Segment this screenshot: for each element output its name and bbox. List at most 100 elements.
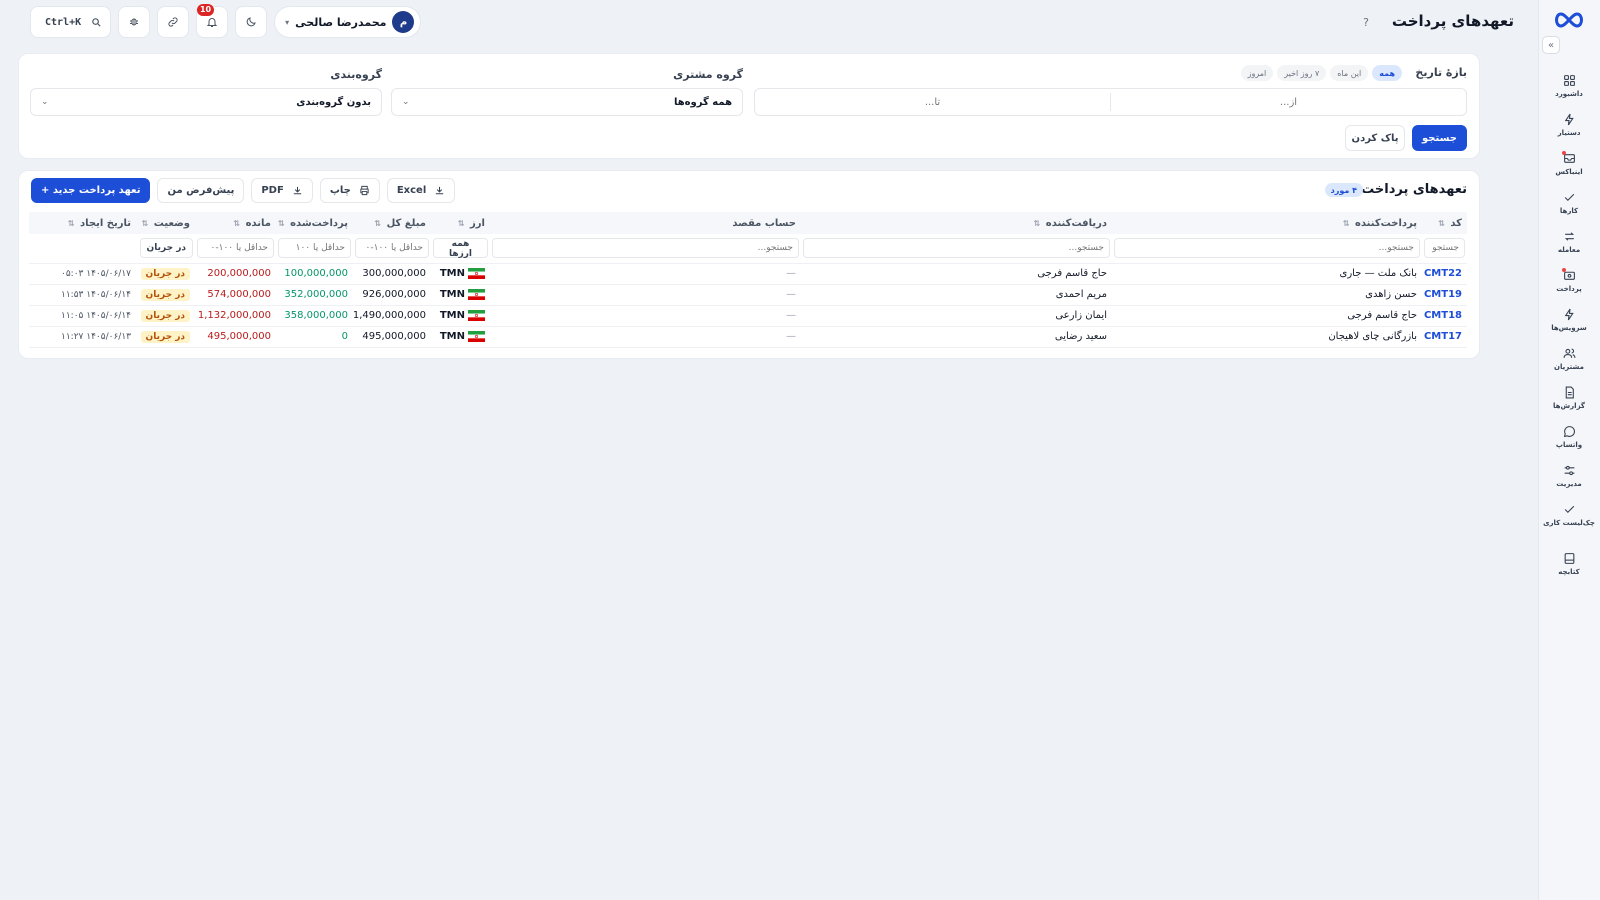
check-icon <box>1562 191 1576 205</box>
theme-toggle-button[interactable] <box>235 6 268 38</box>
commitment-code-link[interactable]: CMT18 <box>1424 310 1462 321</box>
preset-last-7-days[interactable]: ۷ روز اخیر <box>1277 65 1327 81</box>
printer-icon <box>360 185 369 196</box>
date-presets: همه این ماه ۷ روز اخیر امروز <box>1240 65 1402 81</box>
table-row[interactable]: CMT22 بانک ملت — جاری حاج قاسم فرجی — TMN 300… <box>29 263 1467 285</box>
payee-filter-input[interactable] <box>803 238 1110 259</box>
sidebar-item-label: سرویس‌ها <box>1551 323 1587 332</box>
my-default-view-button[interactable]: پیش‌فرض من <box>157 178 245 203</box>
table-row[interactable]: CMT17 بازرگانی چای لاهیجان سعید رضایی — TMN 4… <box>29 326 1467 348</box>
commitment-code-link[interactable]: CMT19 <box>1424 289 1462 300</box>
table-row[interactable]: CMT19 حسن زاهدی مریم احمدی — TMN 926,000,000 3… <box>29 284 1467 306</box>
col-remaining[interactable]: مانده ⇅ <box>195 212 276 234</box>
dest-account-cell: — <box>786 310 796 321</box>
created-at-cell: ۱۴۰۵/۰۶/۱۴ ۱۱:۵۳ <box>61 290 131 300</box>
preset-all[interactable]: همه <box>1372 65 1402 81</box>
sidebar-item-sliders[interactable]: مدیریت <box>1538 456 1600 495</box>
notifications-button[interactable]: 10 <box>196 4 229 38</box>
sidebar-item-label: کارها <box>1559 206 1579 215</box>
sidebar-item-checklist[interactable]: چک‌لیست کاری <box>1538 495 1600 534</box>
brand-logo-icon[interactable] <box>1552 8 1586 32</box>
download-icon <box>293 186 301 195</box>
sidebar-item-label: پرداخت <box>1556 284 1582 293</box>
col-created-at[interactable]: تاریخ ایجاد ⇅ <box>29 212 136 234</box>
link-button[interactable] <box>157 6 190 38</box>
user-name: محمدرضا صالحی <box>295 15 387 29</box>
export-excel-button[interactable]: Excel <box>386 178 456 203</box>
date-from-input[interactable] <box>1111 89 1466 115</box>
remaining-filter-input[interactable] <box>197 238 274 259</box>
payer-filter-input[interactable] <box>1114 238 1420 259</box>
question-icon[interactable]: ? <box>1360 16 1372 29</box>
user-menu[interactable]: ▾ محمدرضا صالحی م <box>274 6 422 38</box>
code-filter-input[interactable] <box>1424 238 1465 259</box>
sidebar-item-book[interactable]: کتابچه <box>1538 544 1600 583</box>
top-bar-actions: ▾ محمدرضا صالحی م 10 Ctrl+K <box>30 4 422 38</box>
sidebar-item-inbox[interactable]: اینباکس <box>1538 144 1600 183</box>
commitment-code-link[interactable]: CMT22 <box>1424 268 1462 279</box>
col-total[interactable]: مبلغ کل ⇅ <box>353 212 431 234</box>
commitment-code-link[interactable]: CMT17 <box>1424 331 1462 342</box>
paid-filter-input[interactable] <box>278 238 351 259</box>
date-range-label: بازهٔ تاریخ <box>1415 66 1467 79</box>
dest-account-cell: — <box>786 331 796 342</box>
sidebar-item-wallet[interactable]: پرداخت <box>1538 261 1600 300</box>
sidebar-item-report[interactable]: گزارش‌ها <box>1538 378 1600 417</box>
sort-icon: ⇅ <box>67 218 75 228</box>
preset-today[interactable]: امروز <box>1240 65 1274 81</box>
col-payer[interactable]: پرداخت‌کننده ⇅ <box>1112 212 1422 234</box>
grouping-select[interactable]: بدون گروه‌بندی ⌄ <box>30 88 382 116</box>
sidebar-collapse-button[interactable]: » <box>1542 36 1560 54</box>
total-filter-input[interactable] <box>355 238 429 259</box>
clear-filters-button[interactable]: پاک کردن <box>1345 125 1405 151</box>
total-amount-cell: 1,490,000,000 <box>352 310 426 321</box>
remaining-amount-cell: 574,000,000 <box>207 289 271 300</box>
print-button[interactable]: چاپ <box>319 178 380 203</box>
status-filter-select[interactable]: در جریان <box>139 238 193 259</box>
bug-report-button[interactable] <box>118 6 151 38</box>
customer-group-select[interactable]: همه گروه‌ها ⌄ <box>391 88 743 116</box>
dest-filter-input[interactable] <box>492 238 799 259</box>
column-filter-row: همه ارزها در جریان <box>29 234 1467 264</box>
currency-cell: TMN <box>440 331 485 342</box>
unread-dot <box>1562 268 1566 272</box>
sidebar-item-chat[interactable]: واتساپ <box>1538 417 1600 456</box>
export-pdf-button[interactable]: PDF <box>251 178 313 203</box>
unread-dot <box>1562 151 1566 155</box>
payee-cell: سعید رضایی <box>1054 331 1107 342</box>
col-paid[interactable]: پرداخت‌شده ⇅ <box>276 212 353 234</box>
payer-cell: حسن زاهدی <box>1365 289 1417 300</box>
sidebar-item-exchange[interactable]: معامله <box>1538 222 1600 261</box>
col-payee[interactable]: دریافت‌کننده ⇅ <box>801 212 1112 234</box>
print-label: چاپ <box>329 185 351 196</box>
sidebar-item-users[interactable]: مشتریان <box>1538 339 1600 378</box>
table-header-row: کد ⇅ پرداخت‌کننده ⇅ دریافت‌کننده ⇅ حساب … <box>29 212 1467 234</box>
col-status[interactable]: وضعیت ⇅ <box>136 212 195 234</box>
sidebar-item-grid[interactable]: داشبورد <box>1538 66 1600 105</box>
currency-filter-select[interactable]: همه ارزها <box>433 237 488 259</box>
commitments-list: تعهدهای پرداخت ۴ مورد + تعهد پرداخت جدید… <box>18 170 1480 359</box>
notification-count-badge: 10 <box>196 4 215 16</box>
sort-icon: ⇅ <box>1342 218 1350 228</box>
date-to-input[interactable] <box>755 89 1110 115</box>
customer-group-value: همه گروه‌ها <box>673 96 732 108</box>
sidebar-item-label: گزارش‌ها <box>1553 401 1585 410</box>
col-currency[interactable]: ارز ⇅ <box>431 212 490 234</box>
search-button[interactable]: جستجو <box>1412 125 1467 151</box>
table-row[interactable]: CMT18 حاج قاسم فرجی ایمان زارعی — TMN 1,490,0… <box>29 305 1467 327</box>
payer-cell: حاج قاسم فرجی <box>1347 310 1417 321</box>
paid-amount-cell: 352,000,000 <box>284 289 348 300</box>
search-shortcut: Ctrl+K <box>45 16 82 28</box>
status-badge: در جریان <box>140 310 190 322</box>
chevron-down-icon: ⌄ <box>41 97 49 107</box>
sidebar-item-bolt[interactable]: دستیار <box>1538 105 1600 144</box>
new-commitment-button[interactable]: + تعهد پرداخت جدید <box>31 178 151 203</box>
command-search-button[interactable]: Ctrl+K <box>30 6 112 38</box>
sidebar-item-lightning[interactable]: سرویس‌ها <box>1538 300 1600 339</box>
sidebar-item-check[interactable]: کارها <box>1538 183 1600 222</box>
grouping-value: بدون گروه‌بندی <box>296 96 371 108</box>
col-code[interactable]: کد ⇅ <box>1422 212 1467 234</box>
total-amount-cell: 300,000,000 <box>362 268 426 279</box>
preset-this-month[interactable]: این ماه <box>1330 65 1369 81</box>
